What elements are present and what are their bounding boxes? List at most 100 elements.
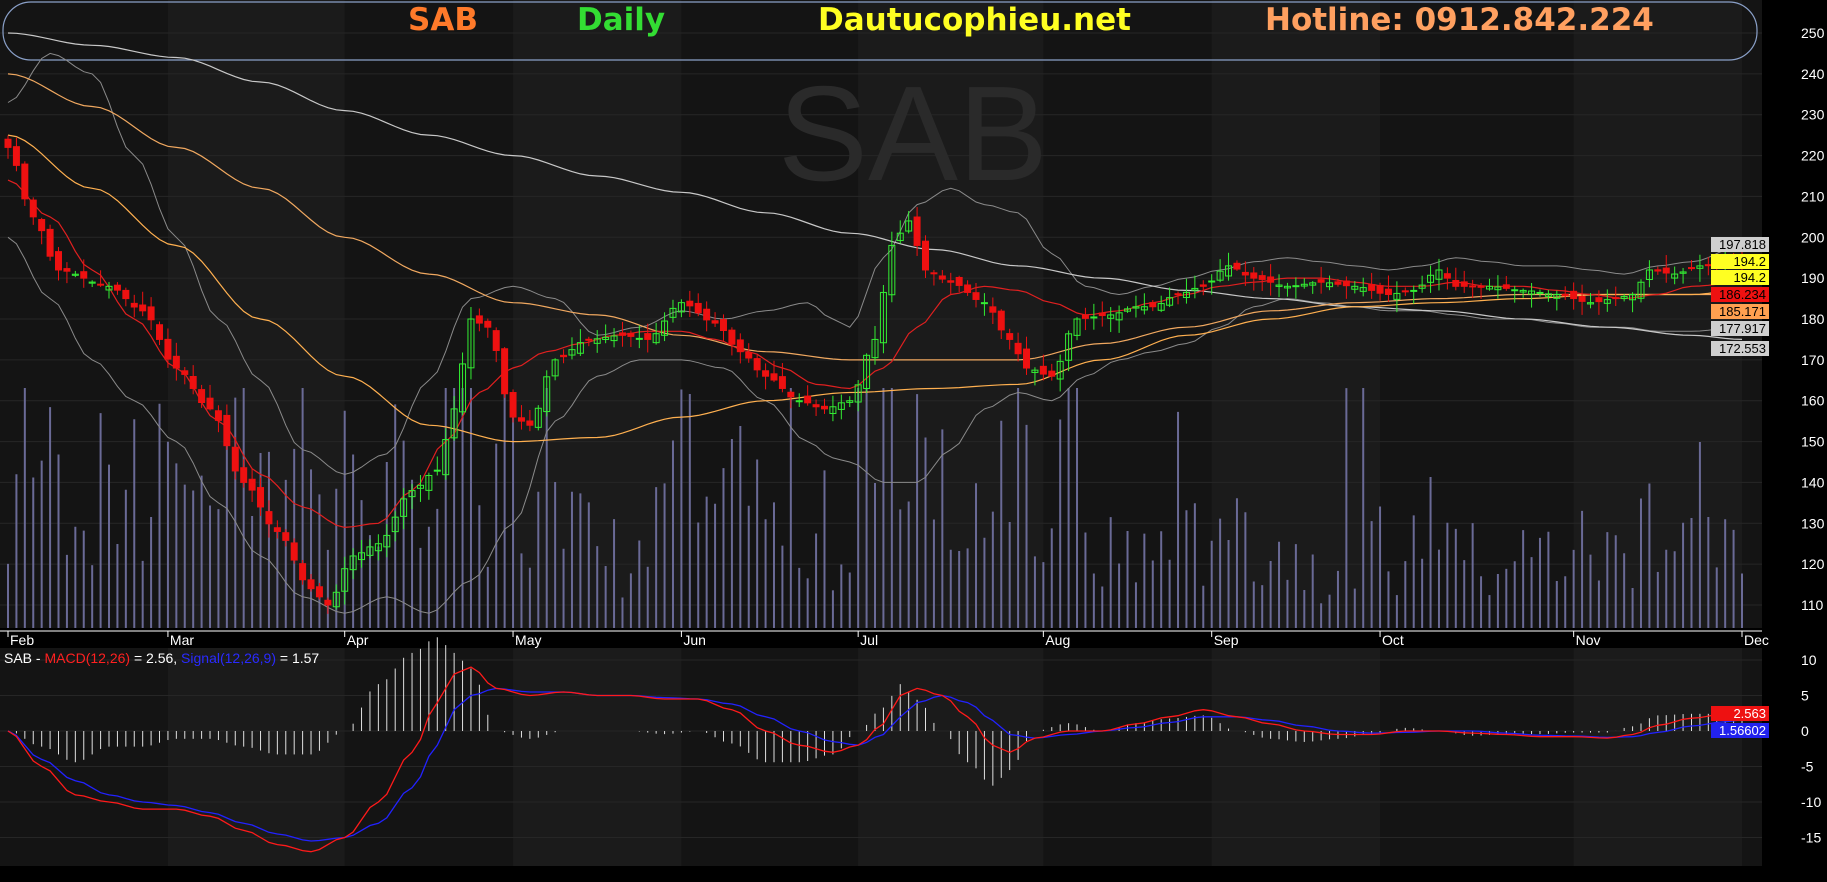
price-tick-label: 140: [1801, 474, 1825, 490]
macd-badge: 2.563: [1711, 706, 1769, 721]
candle-body: [753, 358, 761, 371]
price-tick-label: 180: [1801, 311, 1825, 327]
candle-body: [198, 389, 206, 404]
candle-body: [719, 319, 727, 332]
macd-tick-label: 0: [1801, 723, 1809, 739]
candle-body: [1578, 295, 1586, 302]
candle-body: [711, 320, 719, 324]
candle-body: [644, 333, 652, 340]
candle-body: [1241, 271, 1249, 276]
candle-body: [703, 308, 711, 321]
price-tick-label: 110: [1801, 597, 1824, 613]
candle-body: [1561, 293, 1569, 297]
month-label: Nov: [1576, 632, 1601, 648]
price-badge: 172.553: [1711, 341, 1769, 356]
month-band: [1211, 648, 1381, 866]
candle-body: [1595, 297, 1603, 303]
candle-body: [240, 467, 248, 483]
header-timeframe: Daily: [577, 2, 666, 38]
candle-body: [273, 527, 281, 532]
candle-body: [265, 511, 273, 525]
macd-legend-symbol: SAB: [4, 650, 33, 666]
candle-body: [307, 579, 315, 590]
price-tick-label: 150: [1801, 434, 1825, 450]
candle-body: [156, 324, 164, 340]
macd-tick-label: 10: [1801, 652, 1817, 668]
candle-body: [997, 310, 1005, 331]
candle-body: [324, 599, 332, 606]
candle-body: [1469, 285, 1477, 288]
candle-body: [1410, 289, 1418, 292]
candle-body: [1401, 290, 1409, 293]
candle-body: [139, 304, 147, 312]
candle-body: [1502, 284, 1510, 289]
candle-body: [12, 146, 20, 166]
candle-body: [433, 469, 441, 472]
candle-body: [113, 284, 121, 291]
candle-body: [172, 355, 180, 369]
candle-body: [248, 478, 256, 491]
candle-body: [1570, 290, 1578, 300]
candle-body: [1687, 267, 1695, 270]
macd-legend-sep: -: [32, 650, 45, 666]
candle-body: [1267, 276, 1275, 283]
candle-body: [517, 417, 525, 422]
candle-body: [913, 216, 921, 246]
candle-body: [1612, 297, 1620, 300]
candle-body: [1174, 293, 1182, 296]
candle-body: [38, 219, 46, 232]
month-band: [858, 648, 1044, 866]
candle: [501, 347, 509, 398]
candle-body: [484, 320, 492, 328]
candle-body: [1258, 275, 1266, 280]
candle-body: [745, 351, 753, 359]
candle-body: [1662, 267, 1670, 274]
candle: [46, 224, 54, 261]
macd-tick-label: -5: [1801, 759, 1814, 775]
candle-body: [122, 289, 130, 300]
candle-body: [812, 404, 820, 408]
candle-body: [585, 338, 593, 341]
macd-legend-macd-name: MACD(12,26): [44, 650, 131, 666]
candle-body: [627, 332, 635, 337]
price-badge: 177.917: [1711, 321, 1769, 336]
candle-body: [1250, 272, 1258, 279]
watermark-text: SAB: [778, 58, 1048, 209]
price-badge: 186.234: [1711, 287, 1769, 302]
candle-body: [1039, 365, 1047, 375]
candle-body: [1317, 279, 1325, 283]
month-label: Aug: [1045, 632, 1070, 648]
month-label: Jun: [683, 632, 706, 648]
candle-body: [315, 586, 323, 598]
macd-legend-signal-value: = 1.57: [276, 650, 320, 666]
candle-body: [770, 373, 778, 381]
macd-badge: 1.56602: [1711, 723, 1769, 738]
candle-body: [1536, 291, 1544, 294]
price-tick-label: 130: [1801, 515, 1825, 531]
chart-stage: SAB 250 240 230 220 210 200 190 180 170 160 150 140 1…: [0, 0, 1827, 882]
month-label: Jul: [860, 632, 878, 648]
candle-body: [1384, 288, 1392, 295]
price-tick-label: 200: [1801, 229, 1825, 245]
price-tick-label: 120: [1801, 556, 1825, 572]
macd-legend: SAB - MACD(12,26) = 2.56, Signal(12,26,9…: [4, 650, 319, 666]
stock-chart[interactable]: SAB 250 240 230 220 210 200 190 180 170 160 150 140 1…: [0, 0, 1827, 882]
candle-body: [189, 375, 197, 389]
candle-body: [728, 329, 736, 345]
candle-body: [922, 240, 930, 271]
price-badge: 185.171: [1711, 304, 1769, 319]
macd-tick-label: -10: [1801, 794, 1821, 810]
price-tick-label: 240: [1801, 66, 1825, 82]
header-site: Dautucophieu.net: [818, 2, 1131, 38]
candle-body: [804, 395, 812, 404]
candle: [509, 389, 517, 423]
candle-body: [299, 563, 307, 581]
candle-body: [938, 275, 946, 280]
candle-body: [1149, 302, 1157, 308]
candle-body: [1460, 281, 1468, 287]
candle-body: [509, 392, 517, 418]
candle-body: [526, 420, 534, 426]
candle-body: [1208, 280, 1216, 283]
candle-body: [989, 306, 997, 313]
candle-body: [1081, 314, 1089, 319]
